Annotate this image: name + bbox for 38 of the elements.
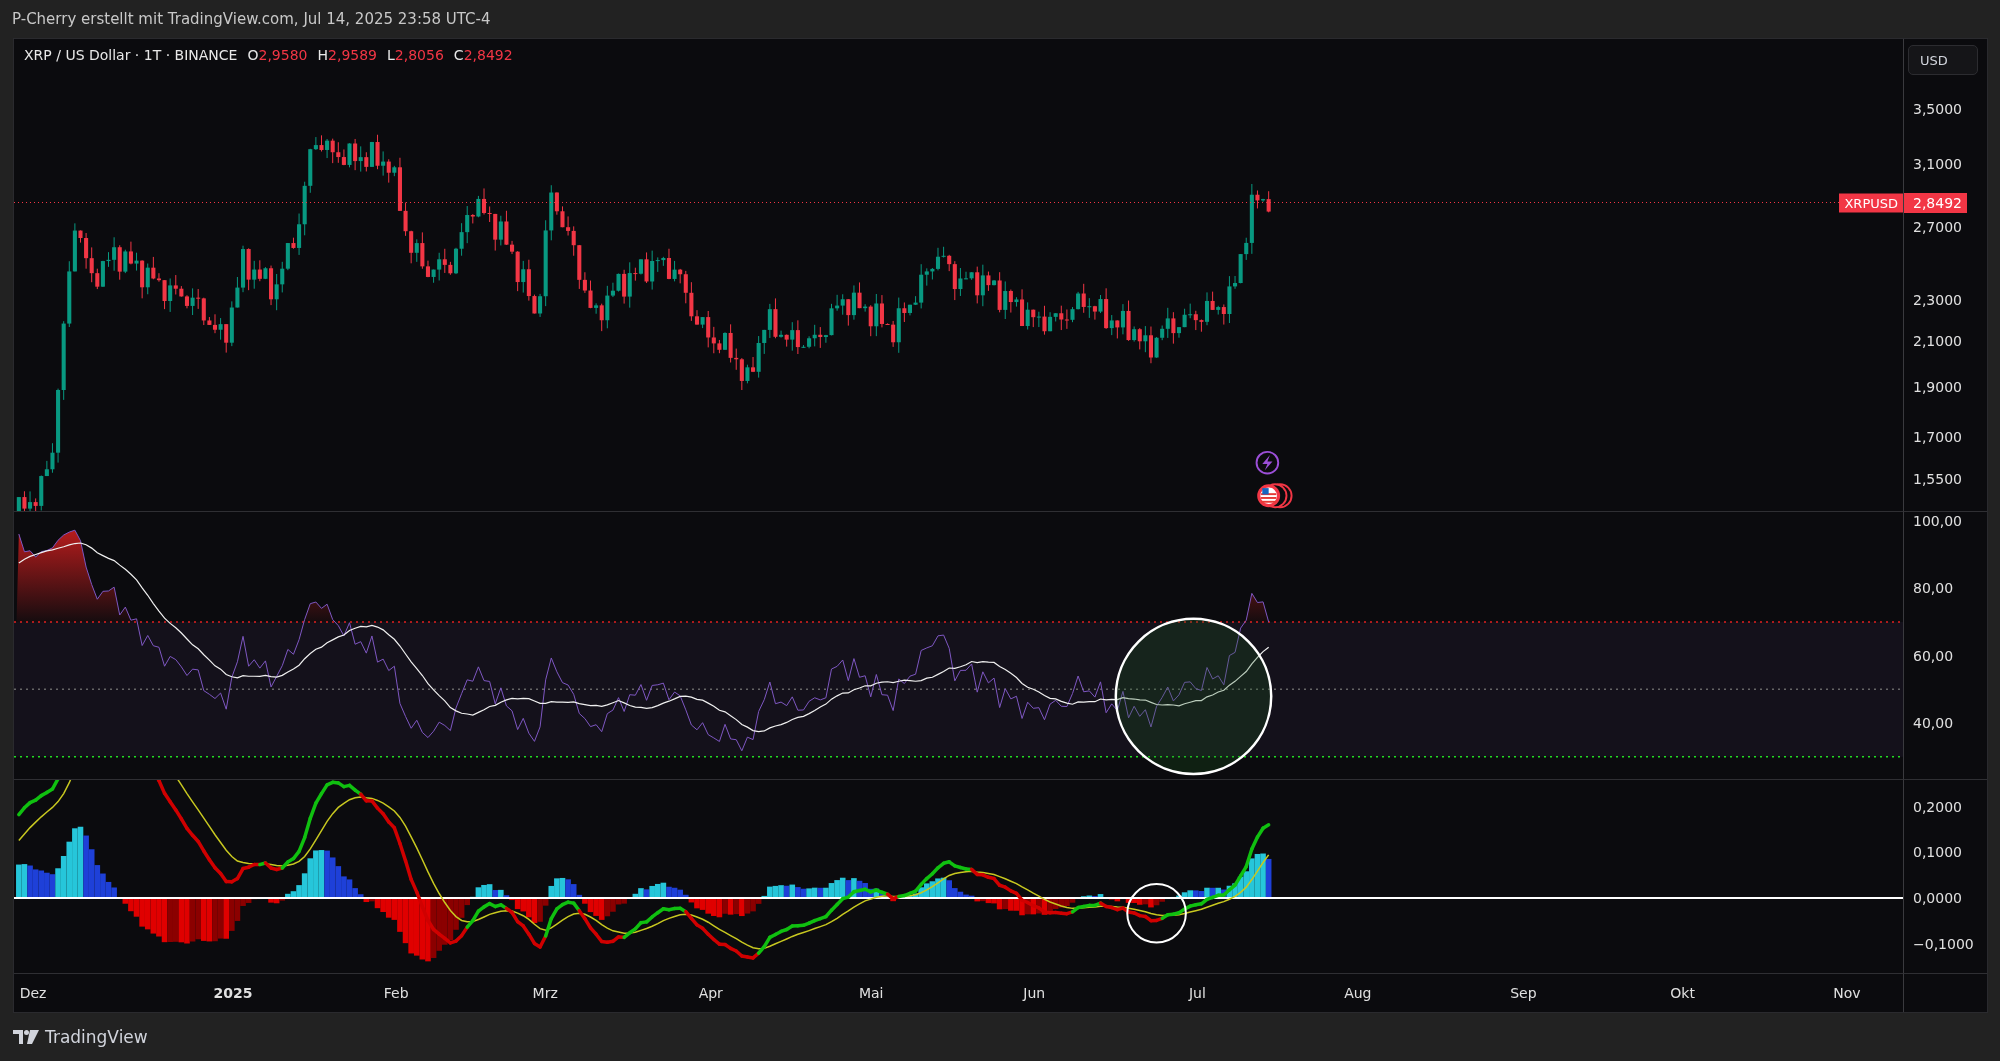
- attribution-text: P-Cherry erstellt mit TradingView.com, Jul 14, 2025 23:58 UTC-4: [12, 10, 491, 28]
- time-label: Nov: [1833, 985, 1861, 1001]
- rsi-tick: 100,00: [1913, 512, 1962, 529]
- price-tick: 3,5000: [1913, 101, 1962, 117]
- rsi-tick: 60,00: [1913, 647, 1954, 664]
- ohlc-value: H2,9589: [317, 47, 378, 63]
- rsi-tick: 40,00: [1913, 715, 1954, 732]
- ohlc-value: L2,8056: [387, 47, 444, 63]
- macd-tick: −0,1000: [1913, 935, 1974, 952]
- price-tick: 1,9000: [1913, 378, 1962, 395]
- ohlc-value: C2,8492: [453, 47, 513, 63]
- symbol-title: XRP / US Dollar · 1T · BINANCE: [24, 47, 238, 63]
- price-tick: 1,7000: [1913, 429, 1962, 446]
- price-tick: 2,7000: [1913, 218, 1962, 235]
- price-tick: 1,5500: [1913, 471, 1962, 488]
- rsi-tick: 80,00: [1913, 580, 1954, 597]
- brand-name: TradingView: [45, 1027, 148, 1047]
- ohlc-value: O2,9580: [247, 47, 308, 63]
- time-label: Jun: [1023, 985, 1046, 1001]
- time-label: Apr: [698, 985, 723, 1001]
- time-label: Sep: [1510, 985, 1537, 1001]
- price-tick: 2,3000: [1913, 291, 1962, 308]
- time-label: Jul: [1188, 985, 1206, 1001]
- time-label: Dez: [19, 985, 47, 1001]
- price-tick: 2,1000: [1913, 333, 1962, 350]
- time-label: Mrz: [532, 985, 558, 1001]
- time-label: Mai: [858, 985, 884, 1001]
- currency-button[interactable]: USD: [1908, 45, 1978, 75]
- time-label: Okt: [1670, 985, 1695, 1001]
- last-price-label: 2,8492: [1904, 192, 1967, 213]
- time-label: Feb: [383, 985, 409, 1001]
- price-tick: 3,1000: [1913, 156, 1962, 173]
- macd-tick: 0,0000: [1913, 890, 1962, 907]
- time-label: Aug: [1344, 985, 1372, 1001]
- macd-tick: 0,2000: [1913, 798, 1962, 815]
- macd-tick: 0,1000: [1913, 844, 1962, 861]
- time-label: 2025: [213, 985, 253, 1001]
- symbol-price-tag: XRPUSD: [1839, 193, 1903, 212]
